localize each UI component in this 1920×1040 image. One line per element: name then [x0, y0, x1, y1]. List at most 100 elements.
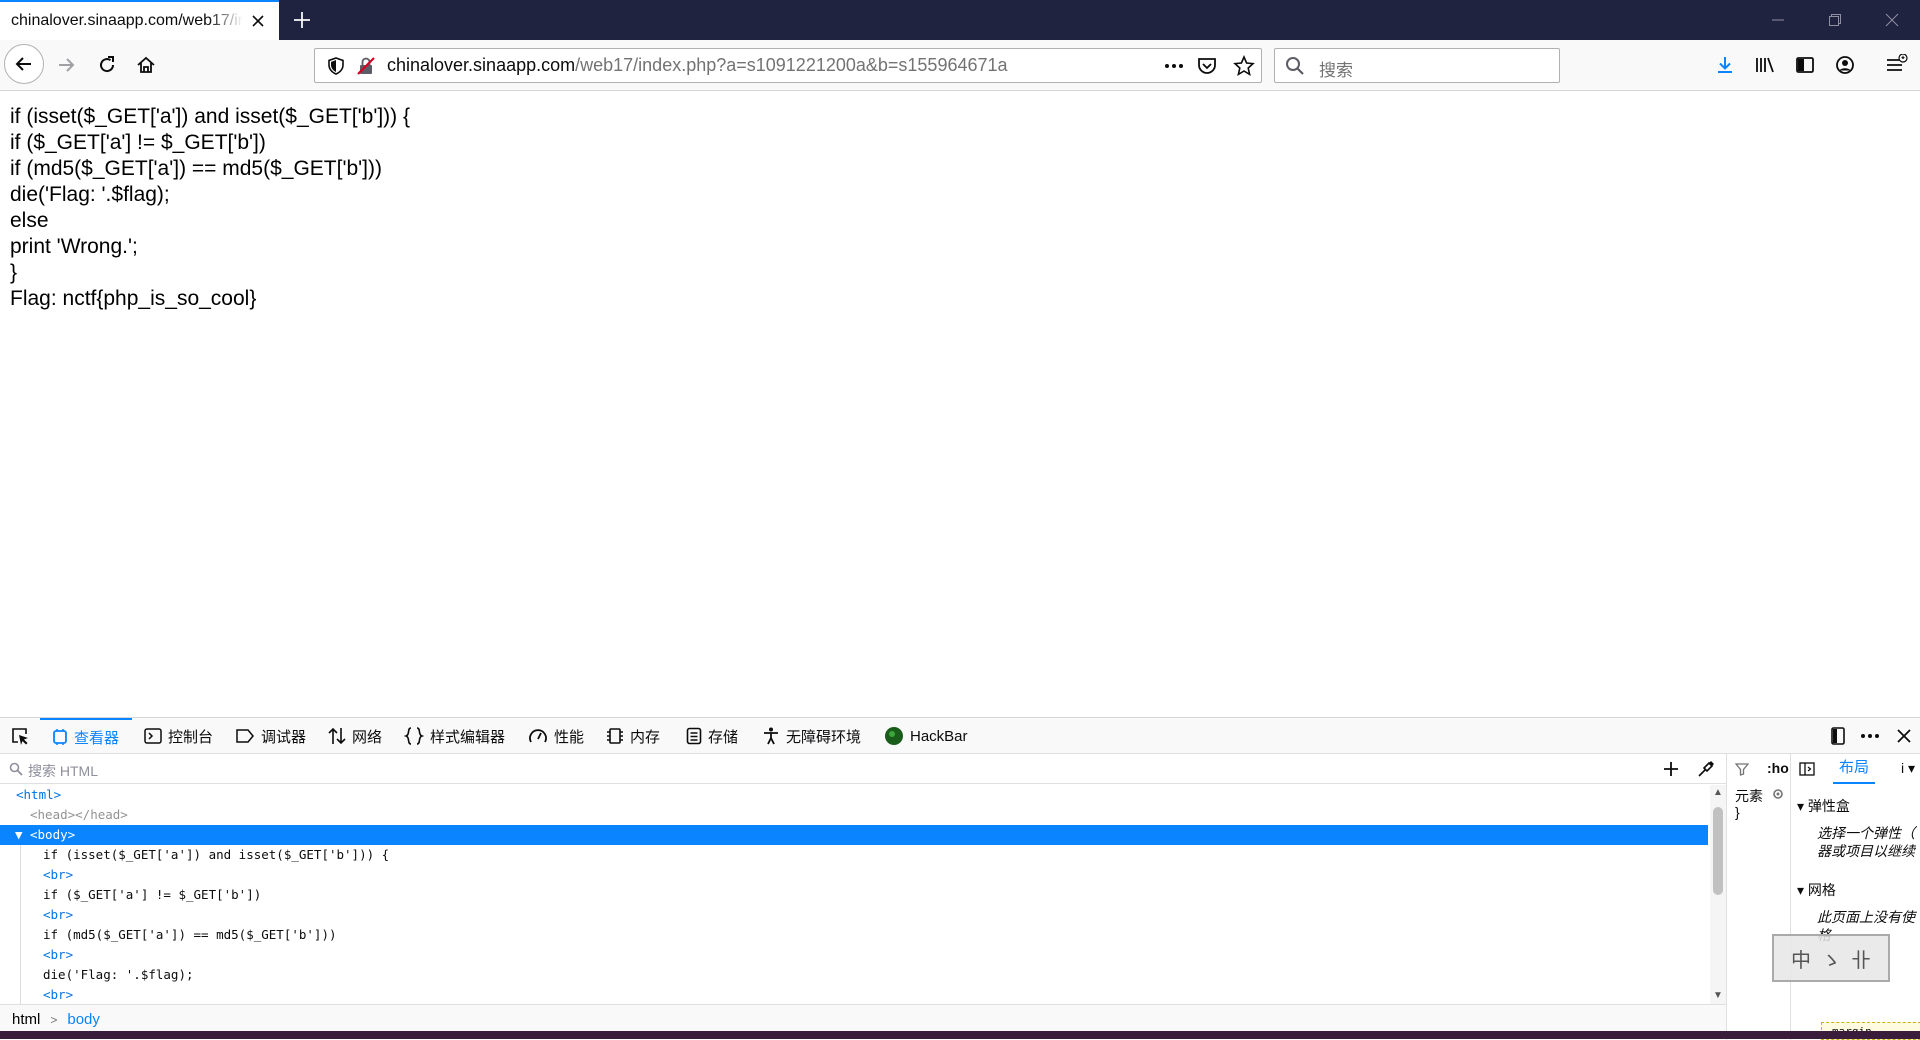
tab-memory[interactable]: 内存	[606, 718, 660, 754]
more-tabs-icon[interactable]: i ▾	[1901, 760, 1915, 777]
page-content: if (isset($_GET['a']) and isset($_GET['b…	[10, 104, 1910, 312]
library-icon[interactable]	[1749, 49, 1781, 81]
accessibility-icon	[762, 727, 780, 745]
tab-label: 性能	[554, 728, 585, 746]
tab-hackbar[interactable]: HackBar	[884, 718, 968, 754]
toggle-pane-icon[interactable]	[1799, 762, 1815, 781]
tab-title: chinalover.sinaapp.com/web17/index.php?a…	[11, 12, 243, 29]
scrollbar-thumb[interactable]	[1713, 807, 1723, 895]
breadcrumb-body[interactable]: body	[67, 1011, 100, 1028]
close-devtools-icon[interactable]	[1892, 718, 1916, 754]
tab-accessibility[interactable]: 无障碍环境	[762, 718, 861, 754]
hackbar-icon	[884, 726, 904, 746]
markup-text-node[interactable]: if (isset($_GET['a']) and isset($_GET['b…	[0, 845, 1708, 865]
performance-icon	[528, 727, 548, 745]
sidebar-icon[interactable]	[1789, 49, 1821, 81]
markup-node-br[interactable]: <br>	[0, 945, 1708, 965]
hover-pseudo-toggle[interactable]: :ho	[1767, 760, 1789, 776]
markup-scrollbar[interactable]: ▲ ▼	[1710, 785, 1726, 1004]
tab-storage[interactable]: 存储	[686, 718, 738, 754]
pocket-icon[interactable]	[1197, 56, 1217, 81]
expand-triangle-icon[interactable]: ▼	[15, 825, 23, 845]
forward-arrow-icon	[59, 58, 75, 72]
more-options-icon[interactable]	[1858, 718, 1882, 754]
style-editor-icon	[404, 727, 424, 745]
tab-network[interactable]: 网络	[328, 718, 382, 754]
scroll-up-icon[interactable]: ▲	[1713, 787, 1723, 798]
search-icon	[1285, 56, 1305, 81]
watermark-stamp: 中 ゝ 卝	[1772, 934, 1890, 982]
restore-icon[interactable]	[1823, 8, 1847, 32]
code-line: print 'Wrong.';	[10, 235, 138, 258]
forward-button[interactable]	[50, 49, 82, 81]
tab-style-editor[interactable]: 样式编辑器	[404, 718, 505, 754]
home-icon	[137, 56, 155, 73]
tab-label: 内存	[630, 728, 661, 746]
tab-bar: chinalover.sinaapp.com/web17/index.php?a…	[0, 0, 1920, 40]
markup-node-body[interactable]: ▼ <body>	[0, 825, 1708, 845]
reload-button[interactable]	[91, 49, 123, 81]
search-bar[interactable]: 搜索	[1274, 48, 1560, 83]
markup-text-node[interactable]: if (md5($_GET['a']) == md5($_GET['b']))	[0, 925, 1708, 945]
markup-node-br[interactable]: <br>	[0, 905, 1708, 925]
code-line: }	[10, 261, 18, 284]
markup-node-br[interactable]: <br>	[0, 865, 1708, 885]
add-node-icon[interactable]	[1662, 760, 1680, 783]
code-line: else	[10, 209, 49, 232]
browser-tab[interactable]: chinalover.sinaapp.com/web17/index.php?a…	[0, 0, 279, 40]
markup-view: <html> <head></head> ▼ <body> if (isset($…	[0, 785, 1708, 1004]
markup-text-node[interactable]: die('Flag: '.$flag);	[0, 965, 1708, 985]
new-tab-icon[interactable]	[290, 8, 314, 32]
page-actions-icon[interactable]	[1163, 57, 1185, 80]
account-icon[interactable]	[1829, 49, 1861, 81]
dock-toggle-icon[interactable]	[1826, 718, 1850, 754]
menu-icon[interactable]	[1880, 49, 1912, 81]
tab-label: 查看器	[74, 729, 120, 747]
filter-icon[interactable]	[1734, 762, 1750, 781]
reload-icon	[100, 56, 115, 73]
markup-text-node[interactable]: if ($_GET['a'] != $_GET['b'])	[0, 885, 1708, 905]
url-host: chinalover.sinaapp.com	[387, 55, 576, 75]
markup-node-html[interactable]: <html>	[0, 785, 1708, 805]
tracking-shield-icon[interactable]	[327, 57, 345, 80]
tab-debugger[interactable]: 调试器	[235, 718, 306, 754]
downloads-icon[interactable]	[1709, 49, 1741, 81]
eyedropper-icon[interactable]	[1697, 760, 1715, 783]
close-window-icon[interactable]	[1880, 8, 1904, 32]
tab-inspector[interactable]: 查看器	[40, 718, 132, 754]
layout-panel: 布局 i ▾ ▾ 弹性盒 选择一个弹性（ 器或项目以继续 ▾ 网格 此页面上没有…	[1790, 754, 1920, 1040]
grid-section-toggle[interactable]: ▾ 网格	[1797, 880, 1836, 900]
code-line: if (isset($_GET['a']) and isset($_GET['b…	[10, 105, 410, 128]
search-placeholder: 搜索	[1319, 61, 1353, 80]
scroll-down-icon[interactable]: ▼	[1713, 990, 1723, 1001]
flexbox-section-toggle[interactable]: ▾ 弹性盒	[1797, 796, 1850, 816]
insecure-lock-icon[interactable]	[357, 57, 375, 80]
element-picker-icon[interactable]	[8, 718, 32, 754]
tab-layout[interactable]: 布局	[1833, 754, 1876, 784]
gear-icon[interactable]	[1771, 787, 1785, 806]
markup-node-head[interactable]: <head></head>	[0, 805, 1708, 825]
collapse-triangle-icon: ▾	[1797, 798, 1808, 814]
taskbar-strip	[0, 1031, 1920, 1039]
inspector-icon	[52, 729, 68, 745]
url-bar[interactable]: chinalover.sinaapp.com/web17/index.php?a…	[314, 48, 1262, 83]
minimize-icon[interactable]	[1766, 8, 1790, 32]
close-tab-icon[interactable]	[248, 11, 268, 31]
html-search-placeholder: 搜索 HTML	[28, 763, 98, 779]
navigation-bar: chinalover.sinaapp.com/web17/index.php?a…	[0, 40, 1920, 91]
home-button[interactable]	[130, 49, 162, 81]
html-search-bar[interactable]: 搜索 HTML	[0, 754, 1726, 784]
tab-label: 无障碍环境	[786, 728, 862, 746]
tab-console[interactable]: 控制台	[144, 718, 213, 754]
tab-performance[interactable]: 性能	[528, 718, 584, 754]
back-button[interactable]	[4, 44, 44, 84]
grid-hint: 此页面上没有使	[1817, 909, 1915, 925]
tab-label: 控制台	[168, 728, 214, 746]
indent-guide	[20, 845, 21, 1004]
url-text[interactable]: chinalover.sinaapp.com/web17/index.php?a…	[387, 55, 1008, 76]
devtools-toolbar: 查看器 控制台 调试器 网络 样式编辑器 性能 内存 存储 无障碍环境 Hack…	[0, 718, 1920, 754]
bookmark-star-icon[interactable]	[1233, 54, 1255, 82]
breadcrumb-html[interactable]: html	[12, 1011, 40, 1028]
tab-label: 调试器	[261, 728, 307, 746]
markup-node-br[interactable]: <br>	[0, 985, 1708, 1004]
